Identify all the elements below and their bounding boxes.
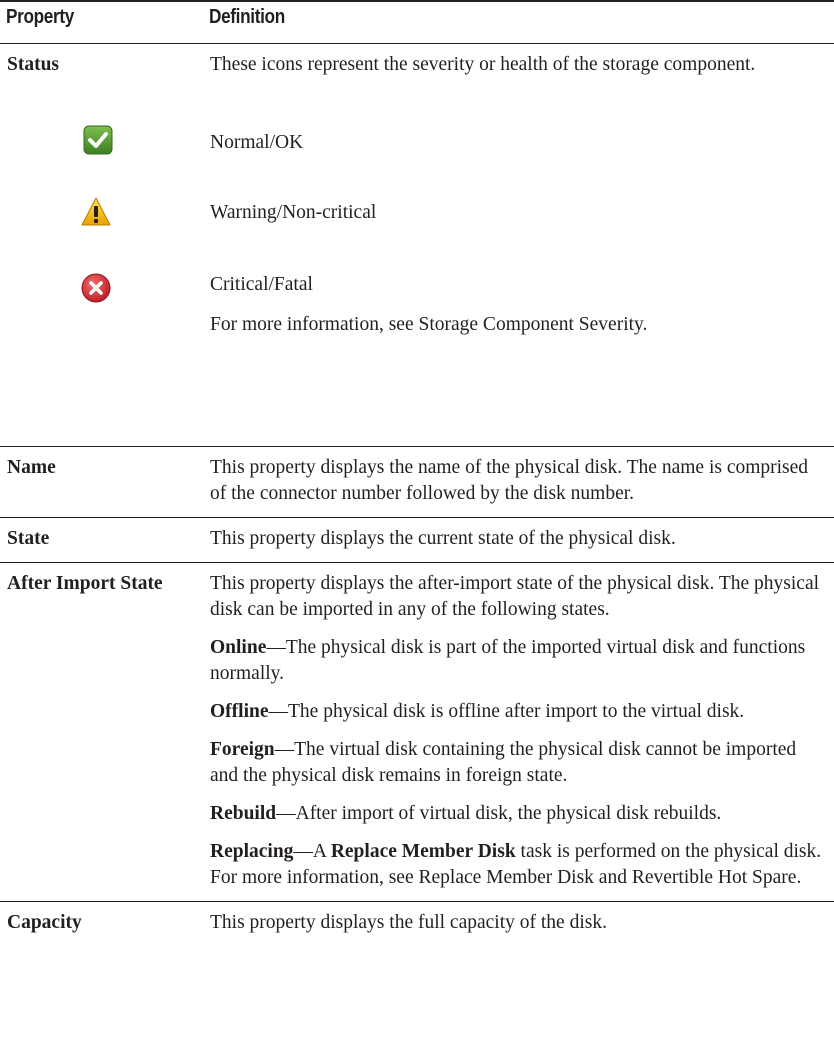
- term-replace-member-disk: Replace Member Disk: [330, 841, 516, 862]
- property-state: State: [7, 528, 50, 549]
- term-online: Online: [210, 637, 267, 658]
- header-definition: Definition: [209, 6, 285, 28]
- top-rule: [0, 0, 834, 2]
- term-rebuild: Rebuild: [210, 803, 277, 824]
- text-offline: —The physical disk is offline after impo…: [268, 701, 745, 722]
- term-offline: Offline: [210, 701, 269, 722]
- table-row-state: State This property displays the current…: [0, 518, 834, 563]
- text-replacing-pre: —A: [293, 841, 331, 862]
- critical-icon: [81, 273, 111, 303]
- status-warning: Warning/Non-critical: [81, 197, 828, 230]
- status-critical-label: Critical/Fatal: [210, 274, 313, 295]
- definition-after-import-state: This property displays the after-import …: [210, 563, 828, 891]
- state-description: This property displays the current state…: [210, 528, 676, 549]
- status-warning-label: Warning/Non-critical: [210, 202, 377, 223]
- capacity-description: This property displays the full capacity…: [210, 912, 607, 933]
- warning-icon: [81, 197, 111, 226]
- state-item-replacing: Replacing—A Replace Member Disk task is …: [210, 839, 828, 891]
- status-normal: Normal/OK: [83, 125, 828, 160]
- definition-capacity: This property displays the full capacity…: [210, 902, 828, 936]
- name-description: This property displays the name of the p…: [210, 457, 809, 504]
- state-item-rebuild: Rebuild—After import of virtual disk, th…: [210, 801, 828, 827]
- table-row-after-import-state: After Import State This property display…: [0, 563, 834, 902]
- text-online: —The physical disk is part of the import…: [210, 637, 806, 684]
- definition-name: This property displays the name of the p…: [210, 447, 828, 507]
- table-row-capacity: Capacity This property displays the full…: [0, 902, 834, 936]
- state-item-offline: Offline—The physical disk is offline aft…: [210, 699, 828, 725]
- property-after-import-state: After Import State: [7, 573, 163, 594]
- property-name: Name: [7, 457, 56, 478]
- text-rebuild: —After import of virtual disk, the physi…: [276, 803, 722, 824]
- status-normal-label: Normal/OK: [210, 132, 304, 153]
- table-row-name: Name This property displays the name of …: [0, 447, 834, 518]
- definition-status: These icons represent the severity or he…: [81, 44, 828, 338]
- state-item-online: Online—The physical disk is part of the …: [210, 635, 828, 687]
- header-property: Property: [6, 6, 74, 28]
- check-icon: [83, 125, 113, 155]
- table-row-status: Status These icons represent the severit…: [0, 44, 834, 447]
- status-critical: Critical/Fatal: [81, 272, 828, 303]
- after-import-description: This property displays the after-import …: [210, 573, 820, 620]
- property-status: Status: [7, 54, 60, 75]
- status-more-info: For more information, see Storage Compon…: [210, 314, 648, 335]
- table-header-row: Property Definition: [0, 3, 834, 44]
- property-capacity: Capacity: [7, 912, 82, 933]
- term-foreign: Foreign: [210, 739, 275, 760]
- status-description: These icons represent the severity or he…: [210, 54, 756, 75]
- state-item-foreign: Foreign—The virtual disk containing the …: [210, 737, 828, 789]
- property-definition-table: Property Definition Status These icons r…: [0, 3, 834, 946]
- definition-state: This property displays the current state…: [210, 518, 828, 552]
- text-foreign: —The virtual disk containing the physica…: [210, 739, 797, 786]
- term-replacing: Replacing: [210, 841, 294, 862]
